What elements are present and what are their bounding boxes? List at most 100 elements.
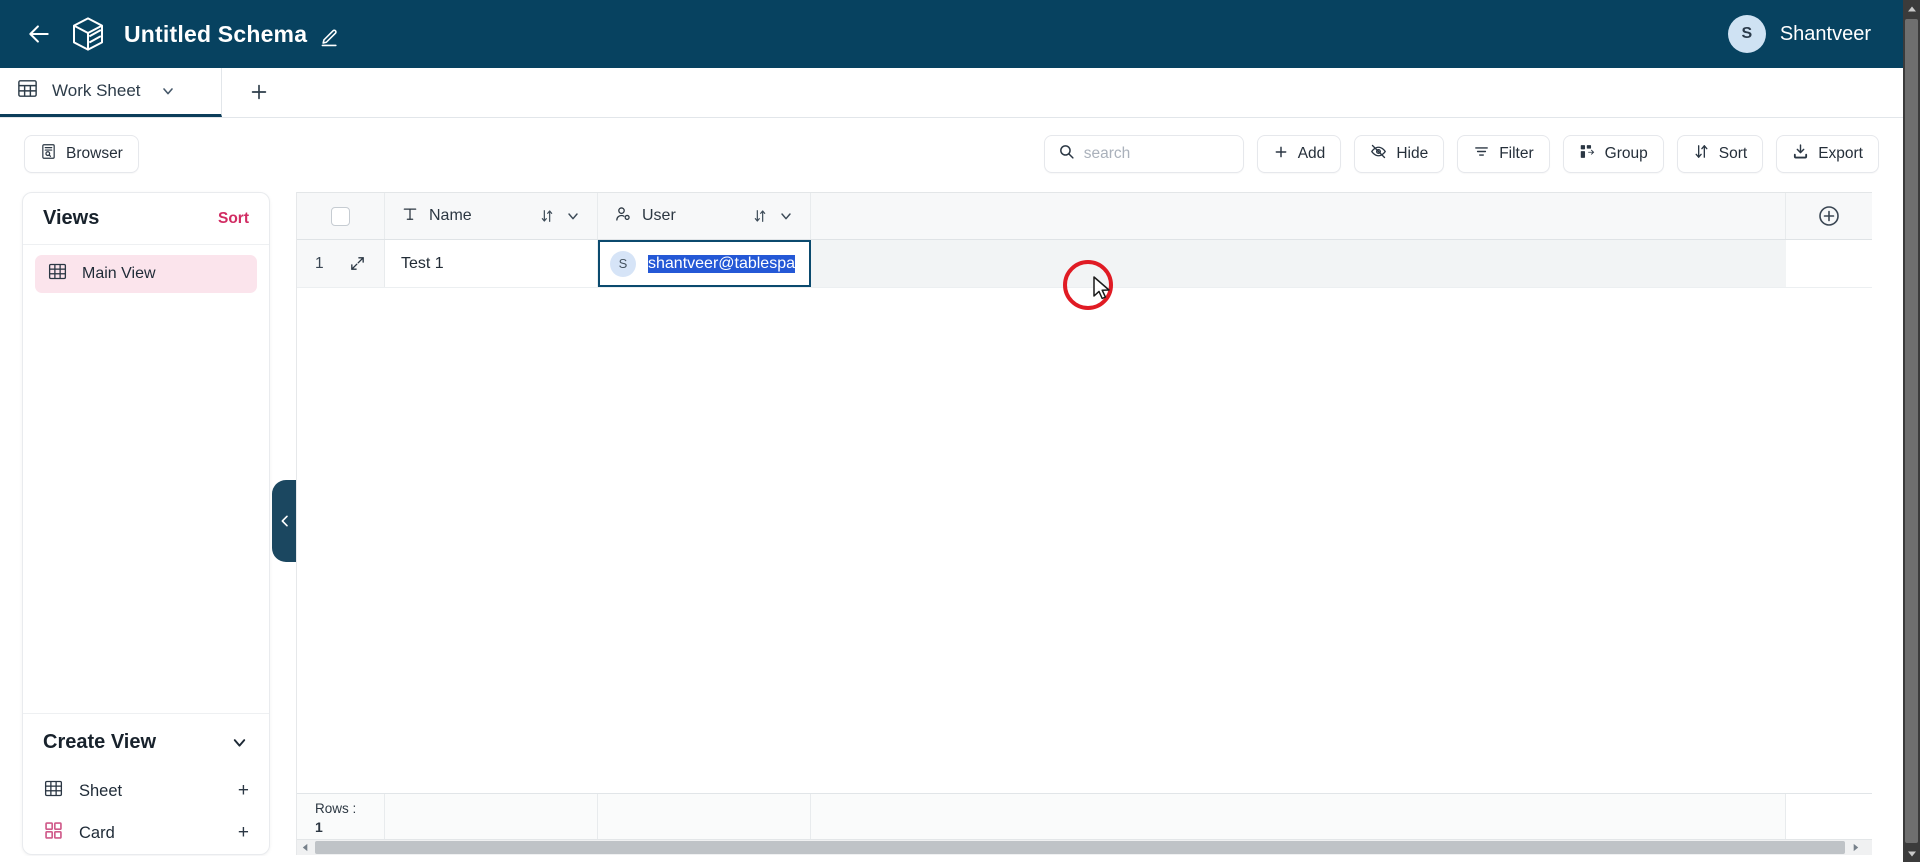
plus-icon[interactable]: + <box>238 822 249 844</box>
browser-button[interactable]: Browser <box>24 135 139 173</box>
expand-diagonal-icon[interactable] <box>349 255 366 272</box>
hide-button-label: Hide <box>1396 145 1429 162</box>
grid-header-row: Name User <box>297 192 1872 240</box>
toolbar: Browser Add Hide <box>0 126 1903 182</box>
sort-updown-icon[interactable] <box>539 208 555 224</box>
tab-work-sheet[interactable]: Work Sheet <box>0 68 222 117</box>
select-all-cell[interactable] <box>297 193 385 239</box>
page-title: Untitled Schema <box>124 20 308 47</box>
search-input[interactable] <box>1083 145 1230 163</box>
rows-count-value: 1 <box>315 819 323 836</box>
table-icon <box>16 77 39 105</box>
sidebar-collapse-handle[interactable] <box>272 480 298 562</box>
export-button-label: Export <box>1818 145 1863 162</box>
browser-vertical-scrollbar[interactable] <box>1903 0 1920 862</box>
sort-button-label: Sort <box>1718 145 1748 162</box>
cell-user-selected[interactable]: S shantveer@tablespa <box>598 240 811 287</box>
sort-button[interactable]: Sort <box>1676 135 1764 173</box>
column-header-name[interactable]: Name <box>385 193 598 239</box>
sort-icon <box>1693 143 1710 165</box>
group-icon <box>1579 143 1596 165</box>
row-number-cell: 1 <box>297 240 385 287</box>
scroll-right-icon[interactable] <box>1847 843 1863 852</box>
grid-icon <box>43 778 64 804</box>
group-button-label: Group <box>1604 145 1648 162</box>
search-box[interactable] <box>1043 135 1244 173</box>
column-header-label: User <box>642 207 676 224</box>
create-view-sheet[interactable]: Sheet + <box>23 770 269 812</box>
footer-tail <box>1786 794 1872 839</box>
card-grid-icon <box>43 820 64 846</box>
add-button-label: Add <box>1297 145 1326 162</box>
horizontal-scroll-thumb[interactable] <box>315 841 1845 854</box>
column-header-label: Name <box>429 207 472 224</box>
toolbar-actions: Add Hide Filter <box>1043 135 1879 173</box>
scroll-up-icon[interactable] <box>1903 0 1920 17</box>
filter-button-label: Filter <box>1499 145 1534 162</box>
back-arrow-icon[interactable] <box>22 17 56 51</box>
group-button[interactable]: Group <box>1562 135 1664 173</box>
sidebar-item-label: Main View <box>82 265 156 282</box>
pencil-icon[interactable] <box>320 28 339 47</box>
search-icon <box>1058 143 1075 165</box>
scroll-down-icon[interactable] <box>1903 845 1920 862</box>
chevron-down-icon[interactable] <box>778 208 794 224</box>
create-view-title: Create View <box>43 730 157 753</box>
column-header-filler <box>811 193 1786 239</box>
grid-icon <box>47 261 68 287</box>
create-view-sheet-label: Sheet <box>79 781 123 800</box>
select-all-checkbox[interactable] <box>331 206 350 226</box>
app-header: Untitled Schema S Shantveer <box>0 0 1903 68</box>
eye-off-icon <box>1370 143 1387 165</box>
tab-label: Work Sheet <box>52 81 141 100</box>
browser-scroll-thumb[interactable] <box>1905 19 1918 843</box>
create-view-block: Create View Sheet + Card + <box>23 713 269 854</box>
cell-name[interactable]: Test 1 <box>385 240 598 287</box>
scroll-left-icon[interactable] <box>297 843 313 852</box>
table-row[interactable]: 1 Test 1 S shantveer@tablespa <box>297 240 1872 288</box>
footer-cell-user <box>598 794 811 839</box>
views-list: Main View <box>23 245 269 713</box>
views-title: Views <box>43 207 100 229</box>
views-sort-link[interactable]: Sort <box>218 210 249 228</box>
cell-user-text: shantveer@tablespa <box>648 254 795 273</box>
create-view-header[interactable]: Create View <box>23 714 269 770</box>
cube-logo-icon <box>66 12 110 56</box>
user-type-icon <box>614 205 632 228</box>
rows-count-block: Rows : 1 <box>297 794 385 839</box>
sort-updown-icon[interactable] <box>752 208 768 224</box>
rows-count-label: Rows : <box>315 801 357 816</box>
data-grid: Name User 1 Test 1 S shantveer@tablespa … <box>296 192 1872 855</box>
views-panel-header: Views Sort <box>23 193 269 245</box>
sheet-tab-strip: Work Sheet <box>0 68 1903 118</box>
add-sheet-button[interactable] <box>222 68 296 117</box>
browser-icon <box>40 143 57 165</box>
chevron-down-icon[interactable] <box>230 733 249 752</box>
filter-icon <box>1473 143 1490 165</box>
views-panel: Views Sort Main View Create View Sheet +… <box>22 192 270 855</box>
chevron-down-icon[interactable] <box>565 208 581 224</box>
browser-button-label: Browser <box>66 145 123 162</box>
hide-button[interactable]: Hide <box>1354 135 1445 173</box>
create-view-card-label: Card <box>79 823 115 842</box>
grid-body: 1 Test 1 S shantveer@tablespa <box>297 240 1872 793</box>
create-view-card[interactable]: Card + <box>23 812 269 854</box>
export-button[interactable]: Export <box>1776 135 1879 173</box>
user-menu[interactable]: S Shantveer <box>1727 15 1871 53</box>
add-column-button[interactable] <box>1786 193 1872 239</box>
plus-icon[interactable]: + <box>238 780 249 802</box>
text-type-icon <box>401 205 419 228</box>
chevron-down-icon[interactable] <box>160 83 176 99</box>
avatar: S <box>1727 15 1766 53</box>
sidebar-item-main-view[interactable]: Main View <box>35 255 257 293</box>
row-tail-cell <box>1786 240 1872 287</box>
page-bottom-spacer <box>0 856 1903 862</box>
row-empty-area <box>811 240 1786 287</box>
row-number: 1 <box>315 254 324 272</box>
add-button[interactable]: Add <box>1256 135 1342 173</box>
filter-button[interactable]: Filter <box>1457 135 1550 173</box>
column-header-user[interactable]: User <box>598 193 811 239</box>
footer-cell-name <box>385 794 598 839</box>
download-icon <box>1792 143 1809 165</box>
horizontal-scrollbar[interactable] <box>297 839 1872 855</box>
